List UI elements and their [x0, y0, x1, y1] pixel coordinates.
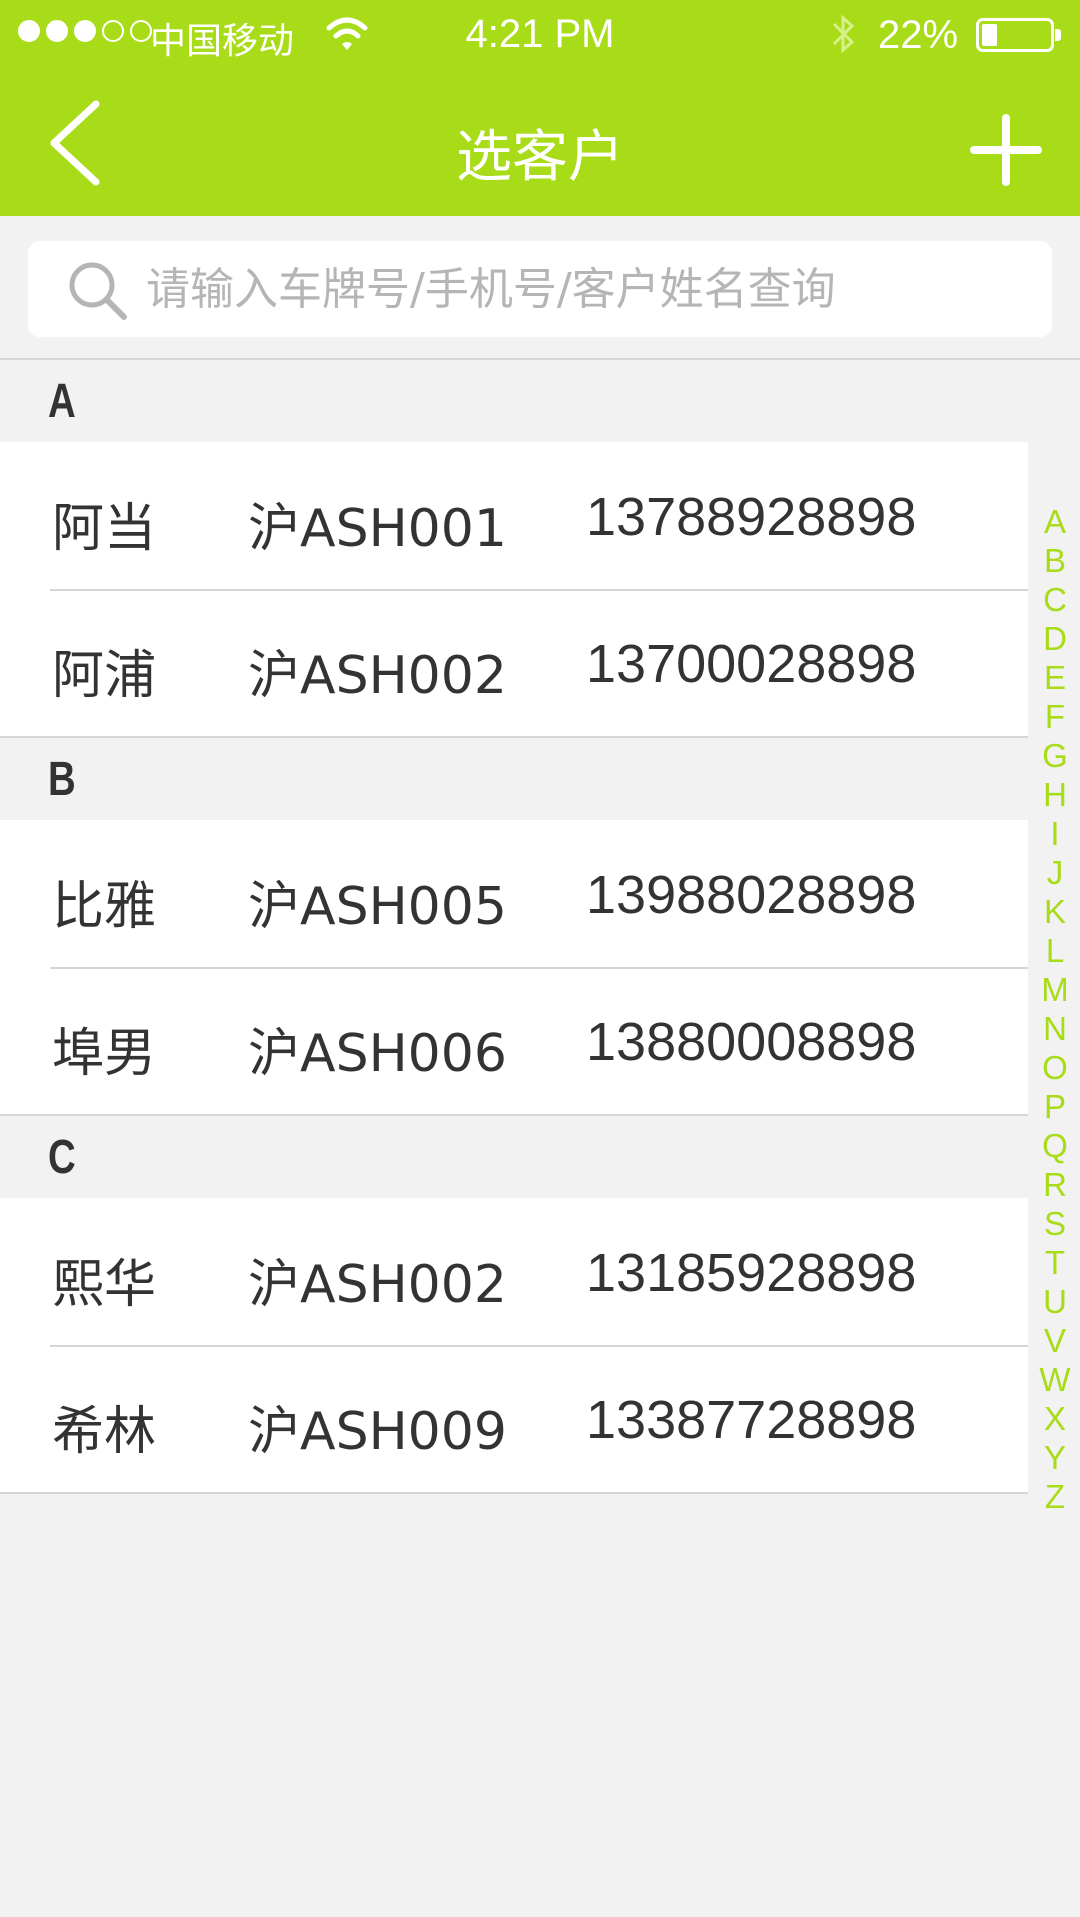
index-letter[interactable]: G	[1030, 736, 1080, 775]
index-letter[interactable]: I	[1030, 814, 1080, 853]
add-customer-icon[interactable]	[970, 114, 1042, 186]
index-letter[interactable]: Y	[1030, 1438, 1080, 1477]
index-letter[interactable]: A	[1030, 502, 1080, 541]
section-letter: B	[48, 753, 76, 806]
index-letter[interactable]: X	[1030, 1399, 1080, 1438]
license-plate: 沪ASH006	[248, 1024, 507, 1084]
index-letter[interactable]: Z	[1030, 1477, 1080, 1516]
index-letter[interactable]: P	[1030, 1087, 1080, 1126]
navigation-bar: 选客户	[0, 68, 1080, 216]
section-header: A	[0, 360, 1028, 442]
license-plate: 沪ASH001	[248, 499, 507, 559]
status-bar: 中国移动 4:21 PM 22%	[0, 0, 1080, 68]
index-letter[interactable]: B	[1030, 541, 1080, 580]
index-letter[interactable]: D	[1030, 619, 1080, 658]
index-letter[interactable]: H	[1030, 775, 1080, 814]
license-plate: 沪ASH005	[248, 877, 507, 937]
section-letter: C	[48, 1131, 76, 1184]
phone-number: 13700028898	[586, 634, 917, 694]
customer-name: 阿浦	[52, 646, 157, 706]
index-letter[interactable]: C	[1030, 580, 1080, 619]
battery-icon	[976, 18, 1061, 52]
section-body: 比雅 沪ASH005 13988028898 埠男 沪ASH006 13880008898	[0, 820, 1028, 1116]
alphabet-index-bar[interactable]: ABCDEFGHIJKLMNOPQRSTUVWXYZ	[1030, 502, 1080, 1516]
phone-number: 13988028898	[586, 865, 917, 925]
phone-number: 13185928898	[586, 1243, 917, 1303]
customer-name: 埠男	[52, 1024, 157, 1084]
section-header: B	[0, 738, 1028, 820]
index-letter[interactable]: R	[1030, 1165, 1080, 1204]
customer-name: 熙华	[52, 1255, 157, 1315]
license-plate: 沪ASH009	[248, 1402, 507, 1462]
phone-number: 13880008898	[586, 1012, 917, 1072]
index-letter[interactable]: U	[1030, 1282, 1080, 1321]
page-title: 选客户	[456, 125, 624, 190]
phone-number: 13387728898	[586, 1390, 917, 1450]
section-header: C	[0, 1116, 1028, 1198]
customer-row[interactable]: 熙华 沪ASH002 13185928898	[0, 1198, 1028, 1345]
index-letter[interactable]: E	[1030, 658, 1080, 697]
customer-name: 比雅	[52, 877, 157, 937]
index-letter[interactable]: Q	[1030, 1126, 1080, 1165]
customer-name: 阿当	[52, 499, 157, 559]
index-letter[interactable]: O	[1030, 1048, 1080, 1087]
index-letter[interactable]: N	[1030, 1009, 1080, 1048]
customer-row[interactable]: 阿当 沪ASH001 13788928898	[0, 442, 1028, 589]
section-body: 阿当 沪ASH001 13788928898 阿浦 沪ASH002 13700028898	[0, 442, 1028, 738]
search-input[interactable]	[146, 241, 1026, 337]
search-box[interactable]	[28, 241, 1052, 337]
index-letter[interactable]: M	[1030, 970, 1080, 1009]
customer-name: 希林	[52, 1402, 157, 1462]
customer-row[interactable]: 希林 沪ASH009 13387728898	[0, 1345, 1028, 1492]
customer-row[interactable]: 比雅 沪ASH005 13988028898	[0, 820, 1028, 967]
customer-row[interactable]: 埠男 沪ASH006 13880008898	[0, 967, 1028, 1114]
index-letter[interactable]: J	[1030, 853, 1080, 892]
index-letter[interactable]: W	[1030, 1360, 1080, 1399]
search-area	[0, 216, 1080, 360]
index-letter[interactable]: V	[1030, 1321, 1080, 1360]
index-letter[interactable]: L	[1030, 931, 1080, 970]
index-letter[interactable]: T	[1030, 1243, 1080, 1282]
customer-row[interactable]: 阿浦 沪ASH002 13700028898	[0, 589, 1028, 736]
license-plate: 沪ASH002	[248, 1255, 507, 1315]
bluetooth-icon	[832, 14, 855, 54]
search-icon	[69, 262, 127, 320]
license-plate: 沪ASH002	[248, 646, 507, 706]
battery-percentage: 22%	[878, 13, 959, 57]
index-letter[interactable]: K	[1030, 892, 1080, 931]
section-letter: A	[48, 375, 76, 428]
phone-number: 13788928898	[586, 487, 917, 547]
section-body: 熙华 沪ASH002 13185928898 希林 沪ASH009 13387728898	[0, 1198, 1028, 1494]
index-letter[interactable]: F	[1030, 697, 1080, 736]
customer-list: A 阿当 沪ASH001 13788928898 阿浦 沪ASH002 1370002889…	[0, 360, 1028, 1494]
index-letter[interactable]: S	[1030, 1204, 1080, 1243]
